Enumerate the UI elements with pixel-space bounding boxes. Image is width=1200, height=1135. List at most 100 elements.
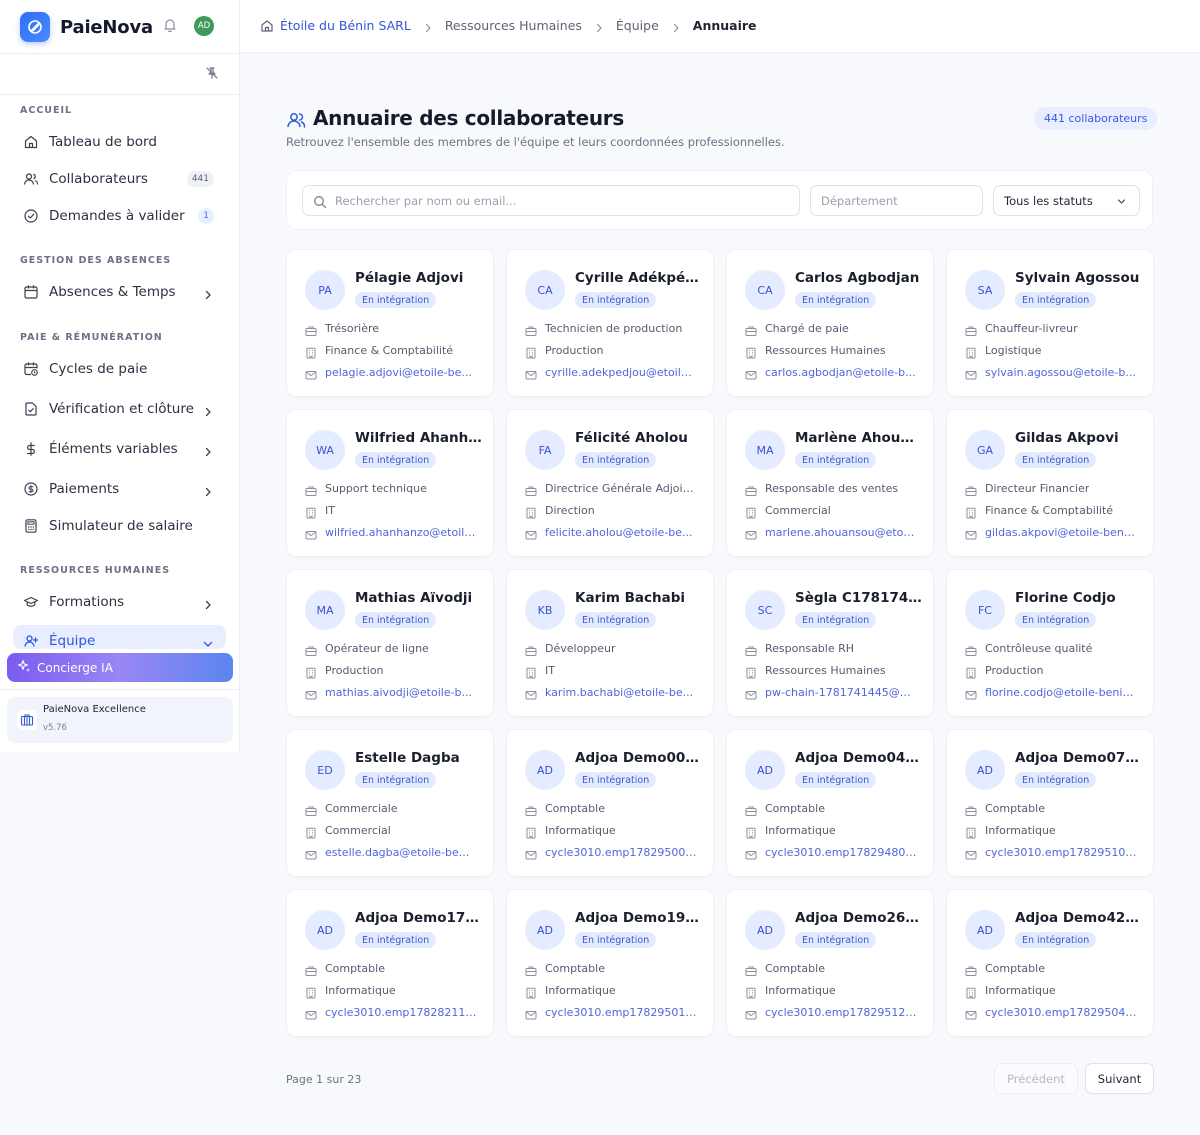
employee-email[interactable]: cycle3010.emp1782950005... [525, 845, 697, 860]
employee-email[interactable]: estelle.dagba@etoile-be... [305, 845, 477, 860]
employee-card[interactable]: MA Mathias Aïvodji En intégration Opérateur… [286, 569, 494, 717]
employee-card[interactable]: AD Adjoa Demo192703 En intégration Comptabl… [506, 889, 714, 1037]
search-input[interactable] [335, 193, 795, 208]
employee-card[interactable]: WA Wilfried Ahanhanzo En intégration Suppor… [286, 409, 494, 557]
employee-email[interactable]: cycle3010.emp1782950422... [965, 1005, 1137, 1020]
department-input[interactable] [821, 193, 971, 208]
sidebar-item-tableau-de-bord[interactable]: Tableau de bord [13, 126, 226, 158]
employee-email[interactable]: gildas.akpovi@etoile-beni... [965, 525, 1137, 540]
employee-card[interactable]: SA Sylvain Agossou En intégration Chauffeur… [946, 249, 1154, 397]
breadcrumb-company[interactable]: Étoile du Bénin SARL [280, 18, 411, 33]
status-select[interactable]: Tous les statuts [993, 185, 1140, 216]
sidebar-item-label: Formations [49, 594, 125, 610]
sidebar-item-simulateur-de-salaire[interactable]: Simulateur de salaire [13, 510, 226, 542]
employee-email[interactable]: wilfried.ahanhanzo@etoile... [305, 525, 477, 540]
email-link[interactable]: sylvain.agossou@etoile-b... [985, 366, 1136, 379]
employee-avatar: AD [305, 910, 345, 950]
employee-email[interactable]: marlene.ahouansou@etoil... [745, 525, 917, 540]
department-field[interactable] [810, 185, 983, 216]
employee-card[interactable]: FA Félicité Aholou En intégration Directric… [506, 409, 714, 557]
employee-card[interactable]: AD Adjoa Demo422707 En intégration Comptabl… [946, 889, 1154, 1037]
email-link[interactable]: pw-chain-1781741445@eto... [765, 686, 917, 699]
plan-card[interactable]: PaieNova Excellence v5.76 [7, 697, 233, 743]
employee-card[interactable]: PA Pélagie Adjovi En intégration Trésorière… [286, 249, 494, 397]
email-link[interactable]: cycle3010.emp1782950005... [545, 846, 697, 859]
employee-card[interactable]: AD Adjoa Demo079512 En intégration Comptabl… [946, 729, 1154, 877]
employee-avatar: AD [965, 750, 1005, 790]
employee-email[interactable]: cycle3010.emp17828211793... [305, 1005, 477, 1020]
sidebar-item-demandes-a-valider[interactable]: Demandes à valider 1 [13, 200, 226, 232]
employee-card[interactable]: KB Karim Bachabi En intégration Développeur… [506, 569, 714, 717]
email-link[interactable]: cycle3010.emp1782950422... [985, 1006, 1137, 1019]
employee-email[interactable]: sylvain.agossou@etoile-b... [965, 365, 1137, 380]
email-link[interactable]: cycle3010.emp1782951269... [765, 1006, 917, 1019]
email-link[interactable]: florine.codjo@etoile-benin... [985, 686, 1137, 699]
sidebar-item-absences-temps[interactable]: Absences & Temps [13, 276, 226, 308]
previous-page-button[interactable]: Précédent [994, 1063, 1078, 1094]
employee-card[interactable]: CA Carlos Agbodjan En intégration Chargé de… [726, 249, 934, 397]
employee-email[interactable]: carlos.agbodjan@etoile-b... [745, 365, 917, 380]
email-link[interactable]: felicite.aholou@etoile-be... [545, 526, 693, 539]
search-field[interactable] [302, 185, 800, 216]
employee-card[interactable]: FC Florine Codjo En intégration Contrôleuse… [946, 569, 1154, 717]
employee-avatar: AD [745, 750, 785, 790]
email-link[interactable]: cycle3010.emp1782948041... [765, 846, 917, 859]
sidebar-item-paiements[interactable]: Paiements [13, 473, 226, 505]
employee-email[interactable]: florine.codjo@etoile-benin... [965, 685, 1137, 700]
employee-email[interactable]: mathias.aivodji@etoile-b... [305, 685, 477, 700]
job-title-text: Développeur [545, 641, 616, 655]
email-link[interactable]: marlene.ahouansou@etoil... [765, 526, 917, 539]
employee-card[interactable]: AD Adjoa Demo179399 En intégration Comptabl… [286, 889, 494, 1037]
email-link[interactable]: cycle3010.emp17828211793... [325, 1006, 477, 1019]
employee-card[interactable]: SC Sègla C1781741445 En intégration Respons… [726, 569, 934, 717]
breadcrumb-equipe[interactable]: Équipe [616, 18, 659, 33]
email-link[interactable]: cycle3010.emp1782950192... [545, 1006, 697, 1019]
unpin-sidebar-icon[interactable] [204, 65, 220, 81]
user-avatar[interactable]: AD [194, 16, 214, 36]
employee-card[interactable]: AD Adjoa Demo005274 En intégration Comptabl… [506, 729, 714, 877]
next-page-button[interactable]: Suivant [1085, 1063, 1154, 1094]
employee-email[interactable]: cyrille.adekpedjou@etoile... [525, 365, 697, 380]
employee-card[interactable]: AD Adjoa Demo269801 En intégration Comptabl… [726, 889, 934, 1037]
sidebar-item-elements-variables[interactable]: Éléments variables [13, 433, 226, 465]
sidebar-item-cycles-de-paie[interactable]: Cycles de paie [13, 353, 226, 385]
sidebar-item-equipe[interactable]: Équipe [13, 625, 226, 649]
mail-icon [525, 526, 537, 540]
building-icon [525, 344, 537, 359]
chevron-down-icon [1116, 196, 1127, 207]
job-title-text: Comptable [985, 801, 1045, 815]
brand[interactable]: PaieNova [20, 12, 153, 42]
email-link[interactable]: cycle3010.emp1782951079... [985, 846, 1137, 859]
sidebar-item-formations[interactable]: Formations [13, 586, 226, 618]
email-link[interactable]: carlos.agbodjan@etoile-b... [765, 366, 916, 379]
employee-email[interactable]: cycle3010.emp1782951269... [745, 1005, 917, 1020]
employee-card[interactable]: MA Marlène Ahouansou En intégration Respons… [726, 409, 934, 557]
employee-card[interactable]: ED Estelle Dagba En intégration Commerciale… [286, 729, 494, 877]
sidebar-item-verification-cloture[interactable]: Vérification et clôture [13, 393, 226, 425]
employee-avatar: SA [965, 270, 1005, 310]
employee-email[interactable]: cycle3010.emp1782950192... [525, 1005, 697, 1020]
email-link[interactable]: karim.bachabi@etoile-be... [545, 686, 693, 699]
notifications-bell-icon[interactable] [162, 17, 180, 35]
mail-icon [305, 686, 317, 700]
concierge-ia-button[interactable]: Concierge IA [7, 653, 233, 682]
email-link[interactable]: gildas.akpovi@etoile-beni... [985, 526, 1137, 539]
employee-card[interactable]: AD Adjoa Demo041167 En intégration Comptabl… [726, 729, 934, 877]
breadcrumb-rh[interactable]: Ressources Humaines [445, 18, 582, 33]
employee-email[interactable]: pelagie.adjovi@etoile-be... [305, 365, 477, 380]
sidebar-item-collaborateurs[interactable]: Collaborateurs 441 [13, 163, 226, 195]
email-link[interactable]: estelle.dagba@etoile-be... [325, 846, 469, 859]
employee-email[interactable]: felicite.aholou@etoile-be... [525, 525, 697, 540]
email-link[interactable]: mathias.aivodji@etoile-b... [325, 686, 472, 699]
employee-email[interactable]: cycle3010.emp1782951079... [965, 845, 1137, 860]
employee-email[interactable]: cycle3010.emp1782948041... [745, 845, 917, 860]
home-icon[interactable] [260, 19, 274, 33]
employee-card[interactable]: CA Cyrille Adékpédjou En intégration Techni… [506, 249, 714, 397]
employee-email[interactable]: pw-chain-1781741445@eto... [745, 685, 917, 700]
email-link[interactable]: wilfried.ahanhanzo@etoile... [325, 526, 477, 539]
employee-email[interactable]: karim.bachabi@etoile-be... [525, 685, 697, 700]
employee-card[interactable]: GA Gildas Akpovi En intégration Directeur F… [946, 409, 1154, 557]
building-icon [305, 664, 317, 679]
email-link[interactable]: pelagie.adjovi@etoile-be... [325, 366, 472, 379]
email-link[interactable]: cyrille.adekpedjou@etoile... [545, 366, 697, 379]
